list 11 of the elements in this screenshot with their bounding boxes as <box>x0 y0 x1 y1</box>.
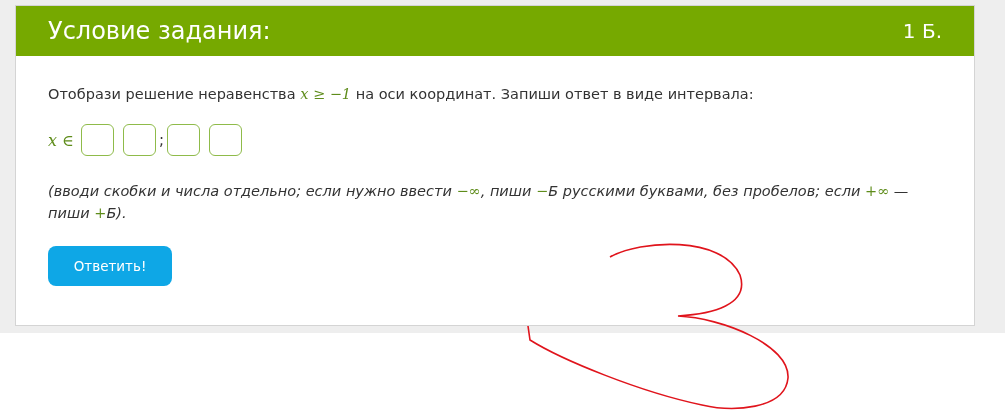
answer-box[interactable] <box>122 124 156 156</box>
answer-box[interactable] <box>167 124 200 156</box>
hint-text: (вводи скобки и числа отдельно; если нужно ввести −∞, пиши −Б русскими буквами, без пробелов; если +∞ — пиши +Б). <box>48 182 910 223</box>
points-label: 1 Б. <box>902 19 942 43</box>
separator-text: ; <box>158 131 164 149</box>
question-text: Отобрази решение неравенства x ≥ −1 на оси координат. Запиши ответ в виде интервала: <box>48 86 755 102</box>
answer-box[interactable] <box>80 124 114 156</box>
answer-box[interactable] <box>209 124 242 156</box>
submit-button[interactable]: Ответить! <box>48 246 172 286</box>
card-title: Условие задания: <box>48 17 271 45</box>
answer-prefix: x ∈ <box>48 130 74 150</box>
